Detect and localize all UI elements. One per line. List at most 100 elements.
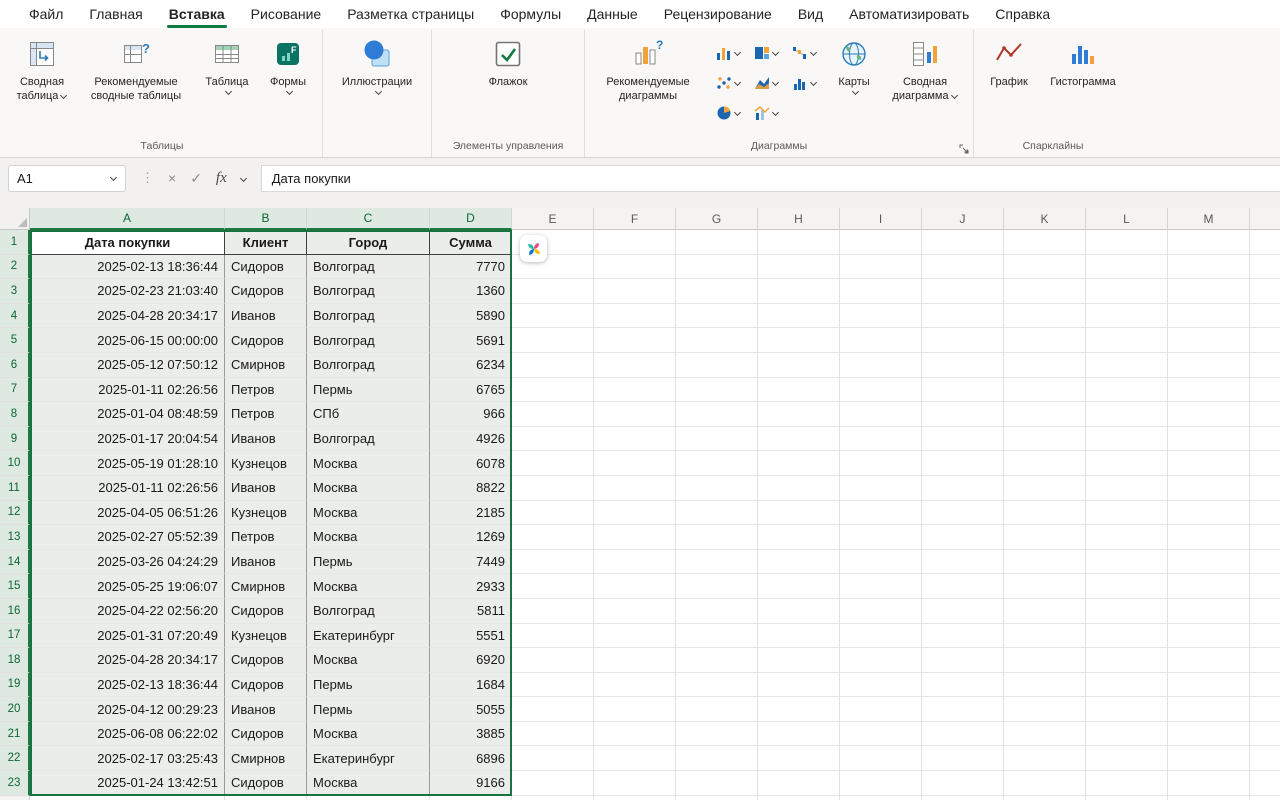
cell-L6[interactable]: [1086, 353, 1168, 378]
recommended-charts-button[interactable]: ? Рекомендуемые диаграммы: [591, 32, 705, 132]
cell-J20[interactable]: [922, 697, 1004, 722]
cell-H5[interactable]: [758, 328, 840, 353]
cell-J11[interactable]: [922, 476, 1004, 501]
cell-C12[interactable]: Москва: [307, 501, 430, 526]
column-header-D[interactable]: D: [430, 208, 512, 230]
cell-G23[interactable]: [676, 771, 758, 796]
cell-E24[interactable]: [512, 796, 594, 800]
row-header-24[interactable]: 24: [0, 796, 30, 800]
cell-H21[interactable]: [758, 722, 840, 747]
illustrations-button[interactable]: Иллюстрации: [329, 32, 425, 132]
row-header-20[interactable]: 20: [0, 697, 30, 722]
cell-B12[interactable]: Кузнецов: [225, 501, 307, 526]
cell-G7[interactable]: [676, 378, 758, 403]
cell-G9[interactable]: [676, 427, 758, 452]
cell-E21[interactable]: [512, 722, 594, 747]
dialog-launcher-icon[interactable]: [959, 144, 969, 154]
cell-H24[interactable]: [758, 796, 840, 800]
cell-B2[interactable]: Сидоров: [225, 255, 307, 280]
cell-G17[interactable]: [676, 624, 758, 649]
recommended-pivot-tables-button[interactable]: ? Рекомендуемые сводные таблицы: [78, 32, 194, 132]
cell-L11[interactable]: [1086, 476, 1168, 501]
cell-A12[interactable]: 2025-04-05 06:51:26: [30, 501, 225, 526]
cell-H12[interactable]: [758, 501, 840, 526]
cell-G24[interactable]: [676, 796, 758, 800]
row-header-10[interactable]: 10: [0, 451, 30, 476]
row-header-4[interactable]: 4: [0, 304, 30, 329]
cell-A3[interactable]: 2025-02-23 21:03:40: [30, 279, 225, 304]
cell-E8[interactable]: [512, 402, 594, 427]
cell-J12[interactable]: [922, 501, 1004, 526]
cell-C9[interactable]: Волгоград: [307, 427, 430, 452]
cell-H10[interactable]: [758, 451, 840, 476]
insert-waterfall-chart-button[interactable]: [785, 38, 823, 68]
cell-M20[interactable]: [1168, 697, 1250, 722]
cell-H13[interactable]: [758, 525, 840, 550]
column-header-M[interactable]: M: [1168, 208, 1250, 230]
cell-F5[interactable]: [594, 328, 676, 353]
cell-M8[interactable]: [1168, 402, 1250, 427]
column-header-B[interactable]: B: [225, 208, 307, 230]
enter-button[interactable]: ✓: [190, 170, 202, 187]
insert-scatter-chart-button[interactable]: [709, 68, 747, 98]
cell-D12[interactable]: 2185: [430, 501, 512, 526]
cell-E6[interactable]: [512, 353, 594, 378]
cell-M12[interactable]: [1168, 501, 1250, 526]
cell-I9[interactable]: [840, 427, 922, 452]
cell-F16[interactable]: [594, 599, 676, 624]
cell-L16[interactable]: [1086, 599, 1168, 624]
cell-I7[interactable]: [840, 378, 922, 403]
cell-L5[interactable]: [1086, 328, 1168, 353]
sparkline-line-button[interactable]: График: [980, 32, 1038, 132]
cell-M5[interactable]: [1168, 328, 1250, 353]
insert-treemap-chart-button[interactable]: [747, 38, 785, 68]
cell-A23[interactable]: 2025-01-24 13:42:51: [30, 771, 225, 796]
cell-I22[interactable]: [840, 746, 922, 771]
cell-K21[interactable]: [1004, 722, 1086, 747]
cell-K11[interactable]: [1004, 476, 1086, 501]
cell-D1[interactable]: Сумма: [430, 230, 512, 255]
cell-J22[interactable]: [922, 746, 1004, 771]
cell-E23[interactable]: [512, 771, 594, 796]
cell-C7[interactable]: Пермь: [307, 378, 430, 403]
row-header-13[interactable]: 13: [0, 525, 30, 550]
cell-L13[interactable]: [1086, 525, 1168, 550]
cell-J2[interactable]: [922, 255, 1004, 280]
cell-J6[interactable]: [922, 353, 1004, 378]
cell-D2[interactable]: 7770: [430, 255, 512, 280]
cell-A6[interactable]: 2025-05-12 07:50:12: [30, 353, 225, 378]
cell-B21[interactable]: Сидоров: [225, 722, 307, 747]
cell-D21[interactable]: 3885: [430, 722, 512, 747]
cell-F12[interactable]: [594, 501, 676, 526]
cell-B4[interactable]: Иванов: [225, 304, 307, 329]
cell-F20[interactable]: [594, 697, 676, 722]
cell-E16[interactable]: [512, 599, 594, 624]
cell-G18[interactable]: [676, 648, 758, 673]
cell-I8[interactable]: [840, 402, 922, 427]
cell-J3[interactable]: [922, 279, 1004, 304]
cell-D4[interactable]: 5890: [430, 304, 512, 329]
column-header-A[interactable]: A: [30, 208, 225, 230]
maps-button[interactable]: Карты: [827, 32, 881, 132]
column-header-L[interactable]: L: [1086, 208, 1168, 230]
cell-I14[interactable]: [840, 550, 922, 575]
cell-H11[interactable]: [758, 476, 840, 501]
row-header-7[interactable]: 7: [0, 378, 30, 403]
cell-A1[interactable]: Дата покупки: [30, 230, 225, 255]
cell-H6[interactable]: [758, 353, 840, 378]
cell-J23[interactable]: [922, 771, 1004, 796]
cell-E18[interactable]: [512, 648, 594, 673]
cell-B23[interactable]: Сидоров: [225, 771, 307, 796]
cell-C17[interactable]: Екатеринбург: [307, 624, 430, 649]
cell-C14[interactable]: Пермь: [307, 550, 430, 575]
cell-G20[interactable]: [676, 697, 758, 722]
cell-E9[interactable]: [512, 427, 594, 452]
insert-column-chart-button[interactable]: [709, 38, 747, 68]
cell-G14[interactable]: [676, 550, 758, 575]
row-header-15[interactable]: 15: [0, 574, 30, 599]
cell-K3[interactable]: [1004, 279, 1086, 304]
column-header-I[interactable]: I: [840, 208, 922, 230]
cell-B19[interactable]: Сидоров: [225, 673, 307, 698]
select-all-button[interactable]: [0, 208, 30, 230]
cell-J21[interactable]: [922, 722, 1004, 747]
